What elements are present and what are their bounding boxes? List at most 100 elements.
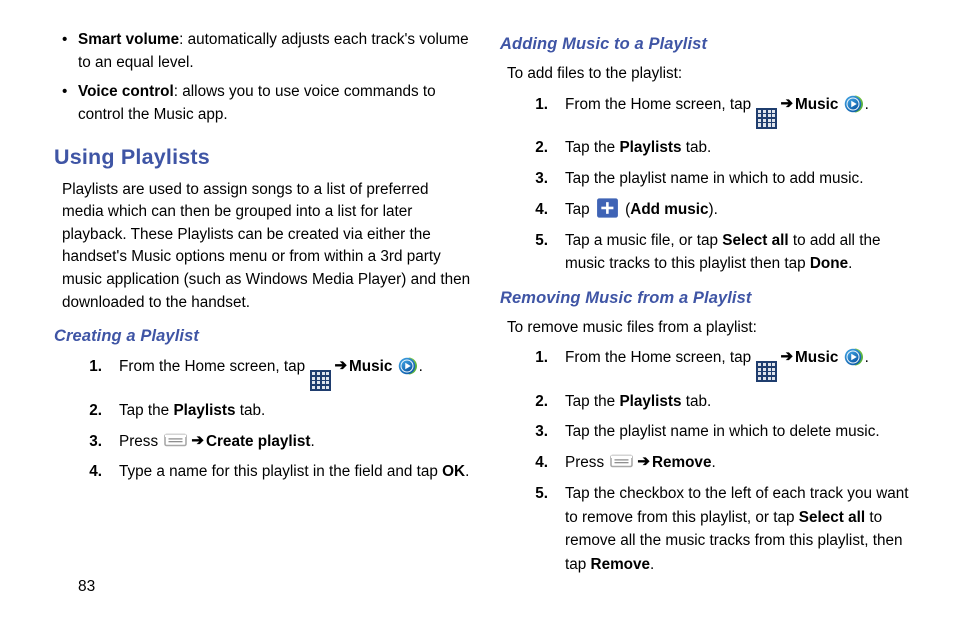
bullet-separator: :	[173, 83, 183, 100]
step-text-end: tab.	[235, 401, 266, 419]
arrow-icon: ➔	[334, 357, 348, 375]
step-number: 2.	[535, 139, 548, 157]
music-app-icon	[844, 95, 863, 113]
step-number: 1.	[89, 358, 102, 376]
music-app-icon	[844, 348, 863, 366]
step-bold-text: Add music	[630, 200, 709, 218]
arrow-icon: ➔	[637, 453, 650, 471]
list-item: 1. From the Home screen, tap ➔ Music .	[524, 346, 918, 383]
menu-key-icon	[610, 455, 634, 468]
step-bold-text: Music	[349, 358, 393, 376]
list-item: 3. Press ➔ Create playlist.	[78, 430, 474, 453]
right-column: Adding Music to a Playlist To add files …	[500, 0, 918, 583]
bullet-term: Voice control	[78, 83, 174, 100]
step-bold-text-2: Done	[809, 255, 849, 273]
apps-grid-icon	[756, 107, 778, 129]
step-bold-text-2: Remove	[590, 555, 651, 573]
step-text: From the Home screen, tap	[565, 349, 756, 367]
step-number: 1.	[535, 95, 548, 113]
manual-page: • Smart volume: automatically adjusts eac…	[0, 0, 954, 636]
step-number: 3.	[89, 432, 102, 450]
step-text: Tap the	[565, 139, 620, 157]
list-item: 4. Type a name for this playlist in the f…	[78, 460, 474, 483]
step-bold-text: Playlists	[619, 139, 682, 157]
step-number: 1.	[535, 349, 548, 367]
step-text-end: .	[418, 358, 423, 376]
page-number: 83	[78, 578, 96, 595]
left-column: • Smart volume: automatically adjusts eac…	[54, 0, 474, 491]
step-bold-text: Music	[795, 95, 839, 113]
step-text: Tap the	[565, 392, 620, 410]
step-text: Tap a music file, or tap	[565, 231, 723, 249]
step-number: 3.	[535, 169, 548, 187]
step-text: From the Home screen, tap	[565, 95, 756, 113]
step-bold-text: Select all	[798, 508, 866, 526]
step-bold-text: Playlists	[619, 392, 682, 410]
list-item: 4. Tap (Add music).	[524, 198, 918, 221]
section-heading-using-playlists: Using Playlists	[54, 145, 210, 169]
step-number: 2.	[89, 401, 102, 419]
step-text: From the Home screen, tap	[119, 358, 310, 376]
step-number: 4.	[89, 463, 102, 481]
step-text: Tap the playlist name in which to delete…	[565, 423, 880, 441]
list-item: • Smart volume: automatically adjusts eac…	[62, 28, 474, 74]
step-text: Tap	[565, 200, 594, 218]
arrow-icon: ➔	[780, 348, 794, 366]
step-text-end: tab.	[681, 392, 712, 410]
step-text-end: tab.	[681, 139, 712, 157]
step-number: 5.	[535, 231, 548, 249]
step-text: Tap the playlist name in which to add mu…	[565, 169, 864, 187]
removing-music-lead: To remove music files from a playlist:	[507, 318, 757, 336]
step-bold-text: Create playlist	[205, 432, 311, 450]
bullet-separator: :	[179, 31, 188, 48]
step-text: Press	[119, 432, 163, 450]
step-bold-text: OK	[442, 463, 466, 481]
subsection-heading-adding-music: Adding Music to a Playlist	[500, 35, 708, 53]
step-bold-text: Select all	[722, 231, 789, 249]
bullet-marker: •	[62, 83, 68, 100]
step-number: 3.	[535, 423, 548, 441]
step-text-end: .	[711, 454, 716, 472]
step-text-end: .	[864, 349, 869, 367]
menu-key-icon	[164, 433, 188, 446]
step-number: 5.	[535, 485, 548, 503]
subsection-heading-creating-a-playlist: Creating a Playlist	[54, 327, 199, 346]
plus-add-music-button[interactable]	[596, 198, 619, 218]
step-text: (	[620, 200, 631, 218]
step-number: 2.	[535, 392, 548, 410]
step-bold-text: Remove	[651, 454, 712, 472]
list-item: 5. Tap a music file, or tap Select all to…	[524, 229, 918, 276]
bullet-marker: •	[62, 31, 68, 48]
list-item: 3. Tap the playlist name in which to add …	[524, 167, 918, 190]
step-number: 4.	[535, 454, 548, 472]
step-text-end: .	[848, 255, 853, 273]
arrow-icon: ➔	[191, 431, 204, 449]
list-item: 4. Press ➔ Remove.	[524, 451, 918, 474]
step-text-end: .	[864, 95, 869, 113]
feature-bullet-list: • Smart volume: automatically adjusts eac…	[62, 28, 474, 126]
list-item: 2. Tap the Playlists tab.	[524, 136, 918, 159]
list-item: 2. Tap the Playlists tab.	[524, 390, 918, 413]
removing-music-steps: 1. From the Home screen, tap ➔ Music . 2. T…	[524, 346, 918, 576]
step-bold-text: Music	[795, 349, 839, 367]
step-number: 4.	[535, 200, 548, 218]
step-text-end: ).	[708, 200, 718, 218]
creating-playlist-steps: 1. From the Home screen, tap ➔ Music . 2. T…	[78, 355, 474, 484]
step-text: Press	[565, 454, 609, 472]
adding-music-steps: 1. From the Home screen, tap ➔ Music . 2. T…	[524, 93, 918, 276]
adding-music-lead: To add files to the playlist:	[507, 64, 683, 82]
list-item: 3. Tap the playlist name in which to dele…	[524, 420, 918, 443]
list-item: • Voice control: allows you to use voice …	[62, 80, 474, 126]
step-text-end: .	[465, 463, 470, 481]
intro-paragraph: Playlists are used to assign songs to a …	[62, 180, 471, 311]
bullet-term: Smart volume	[78, 31, 180, 48]
subsection-heading-removing-music: Removing Music from a Playlist	[500, 288, 752, 307]
list-item: 2. Tap the Playlists tab.	[78, 399, 474, 422]
apps-grid-icon	[756, 361, 778, 383]
music-app-icon	[398, 357, 417, 375]
step-text: Tap the	[119, 401, 174, 419]
list-item: 1. From the Home screen, tap ➔ Music .	[78, 355, 474, 392]
step-text-end: .	[650, 555, 655, 573]
list-item: 1. From the Home screen, tap ➔ Music .	[524, 93, 918, 129]
step-text: Type a name for this playlist in the fie…	[119, 463, 443, 481]
